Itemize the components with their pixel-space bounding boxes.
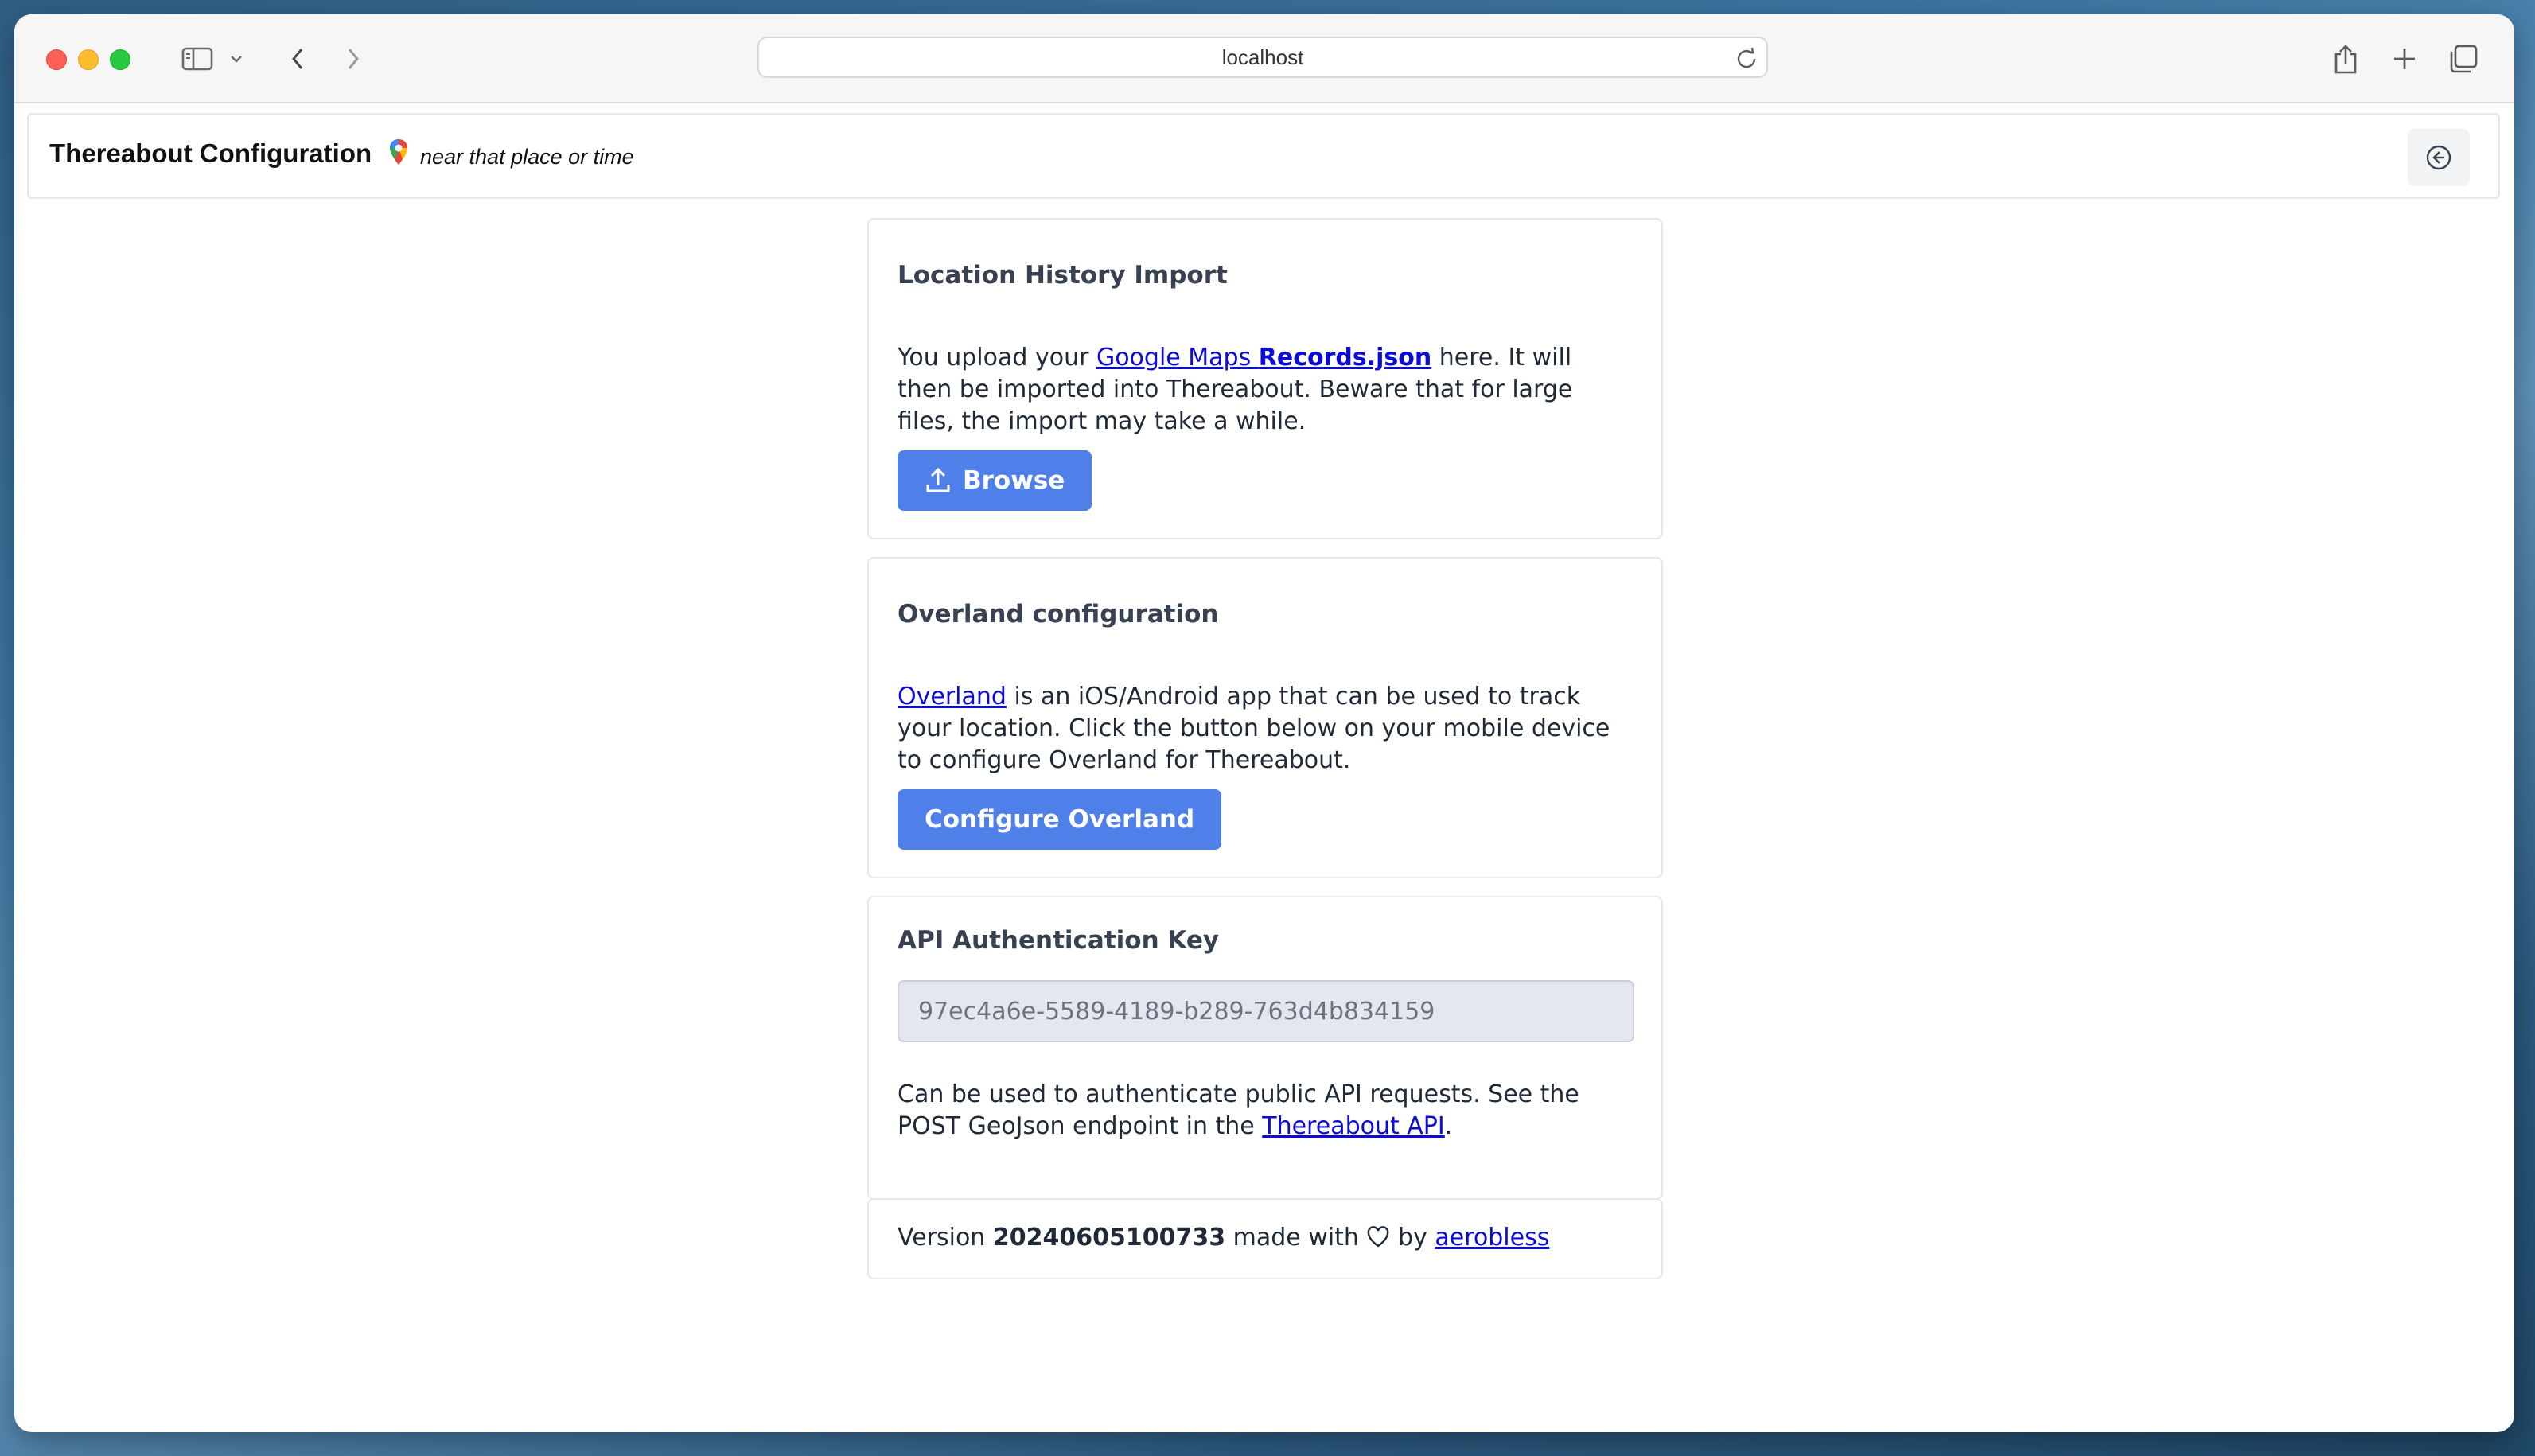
card-heading: Location History Import — [898, 261, 1228, 290]
version-footer-card: Version 20240605100733 made with by aero… — [867, 1198, 1663, 1279]
configure-overland-button[interactable]: Configure Overland — [898, 789, 1222, 850]
card-description: Overland is an iOS/Android app that can … — [898, 683, 1610, 774]
share-icon[interactable] — [2327, 41, 2365, 76]
card-heading: Overland configuration — [898, 600, 1219, 629]
arrow-left-circle-icon — [2426, 145, 2451, 170]
heart-icon — [1368, 1226, 1389, 1248]
google-maps-records-link[interactable]: Google Maps Records.json — [1096, 344, 1431, 372]
author-link[interactable]: aerobless — [1435, 1224, 1549, 1252]
sidebar-toggle-icon[interactable] — [178, 41, 216, 76]
minimize-window-button[interactable] — [78, 49, 99, 70]
overland-link[interactable]: Overland — [898, 683, 1007, 710]
api-key-card: API Authentication Key 97ec4a6e-5589-418… — [867, 896, 1663, 1200]
tab-overview-icon[interactable] — [2444, 41, 2482, 76]
card-description: You upload your Google Maps Records.json… — [898, 344, 1573, 435]
browser-toolbar: localhost — [14, 14, 2514, 103]
address-bar[interactable]: localhost — [757, 37, 1768, 78]
new-tab-icon[interactable] — [2385, 41, 2424, 76]
app-header: Thereabout Configuration near that place… — [27, 113, 2500, 199]
browser-window: localhost Thereabout Configuration near … — [14, 14, 2514, 1432]
browse-button[interactable]: Browse — [898, 450, 1092, 511]
version-line: Version 20240605100733 made with by aero… — [898, 1224, 1550, 1252]
back-button[interactable] — [2408, 129, 2470, 186]
location-import-card: Location History Import You upload your … — [867, 218, 1663, 539]
upload-icon — [926, 467, 950, 492]
reload-icon[interactable] — [1735, 46, 1758, 70]
version-number: 20240605100733 — [992, 1224, 1226, 1252]
overland-card: Overland configuration Overland is an iO… — [867, 557, 1663, 878]
forward-arrow-icon[interactable] — [334, 41, 372, 76]
card-heading: API Authentication Key — [898, 926, 1220, 955]
page-title: Thereabout Configuration — [49, 138, 372, 168]
map-pin-icon — [390, 139, 407, 165]
api-key-field[interactable]: 97ec4a6e-5589-4189-b289-763d4b834159 — [898, 980, 1634, 1042]
url-text: localhost — [1221, 45, 1304, 69]
tagline: near that place or time — [420, 145, 634, 169]
zoom-window-button[interactable] — [110, 49, 130, 70]
chevron-down-icon[interactable] — [224, 41, 248, 76]
back-arrow-icon[interactable] — [278, 41, 317, 76]
close-window-button[interactable] — [46, 49, 67, 70]
card-description: Can be used to authenticate public API r… — [898, 1080, 1579, 1140]
thereabout-api-link[interactable]: Thereabout API — [1262, 1112, 1444, 1140]
